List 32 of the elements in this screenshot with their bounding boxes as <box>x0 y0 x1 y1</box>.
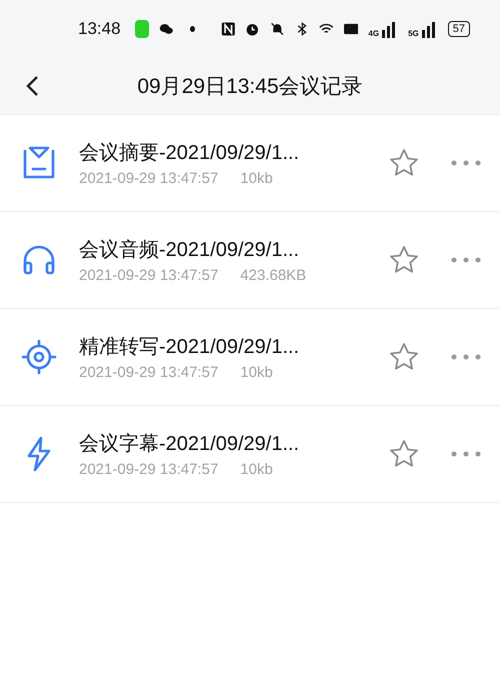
muted-bell-icon <box>270 20 285 38</box>
signal-icon <box>420 20 438 38</box>
more-icon[interactable] <box>450 256 482 264</box>
file-row[interactable]: 会议音频-2021/09/29/1... 2021-09-29 13:47:57 423.68KB <box>0 211 500 308</box>
network-label: 5G <box>408 30 419 38</box>
file-time: 2021-09-29 13:47:57 <box>79 461 218 478</box>
status-time: 13:48 <box>78 19 121 39</box>
nfc-icon <box>220 20 236 38</box>
file-title: 会议音频-2021/09/29/1... <box>79 238 300 263</box>
network-label: 4G <box>368 30 380 38</box>
file-row[interactable]: 会议字幕-2021/09/29/1... 2021-09-29 13:47:57 10kb <box>0 405 500 503</box>
file-size: 423.68KB <box>240 267 306 284</box>
file-time: 2021-09-29 13:47:57 <box>79 267 218 284</box>
more-icon[interactable] <box>450 159 482 167</box>
file-size: 10kb <box>240 170 273 187</box>
more-icon[interactable] <box>450 353 482 361</box>
crosshair-icon <box>21 339 57 375</box>
more-notifications-icon <box>190 26 195 32</box>
battery-level: 57 <box>448 21 470 37</box>
file-row[interactable]: 会议摘要-2021/09/29/1... 2021-09-29 13:47:57 10kb <box>0 114 500 211</box>
page-title: 09月29日13:45会议记录 <box>137 74 363 100</box>
more-icon[interactable] <box>450 450 482 458</box>
file-size: 10kb <box>240 364 273 381</box>
app-notification-icon <box>134 20 150 38</box>
file-title: 会议字幕-2021/09/29/1... <box>79 432 300 457</box>
inbox-icon <box>21 145 57 181</box>
file-title: 精准转写-2021/09/29/1... <box>79 335 300 360</box>
file-time: 2021-09-29 13:47:57 <box>79 364 218 381</box>
file-title: 会议摘要-2021/09/29/1... <box>79 141 300 166</box>
file-row[interactable]: 精准转写-2021/09/29/1... 2021-09-29 13:47:57 10kb <box>0 308 500 405</box>
file-time: 2021-09-29 13:47:57 <box>79 170 218 187</box>
file-size: 10kb <box>240 461 273 478</box>
